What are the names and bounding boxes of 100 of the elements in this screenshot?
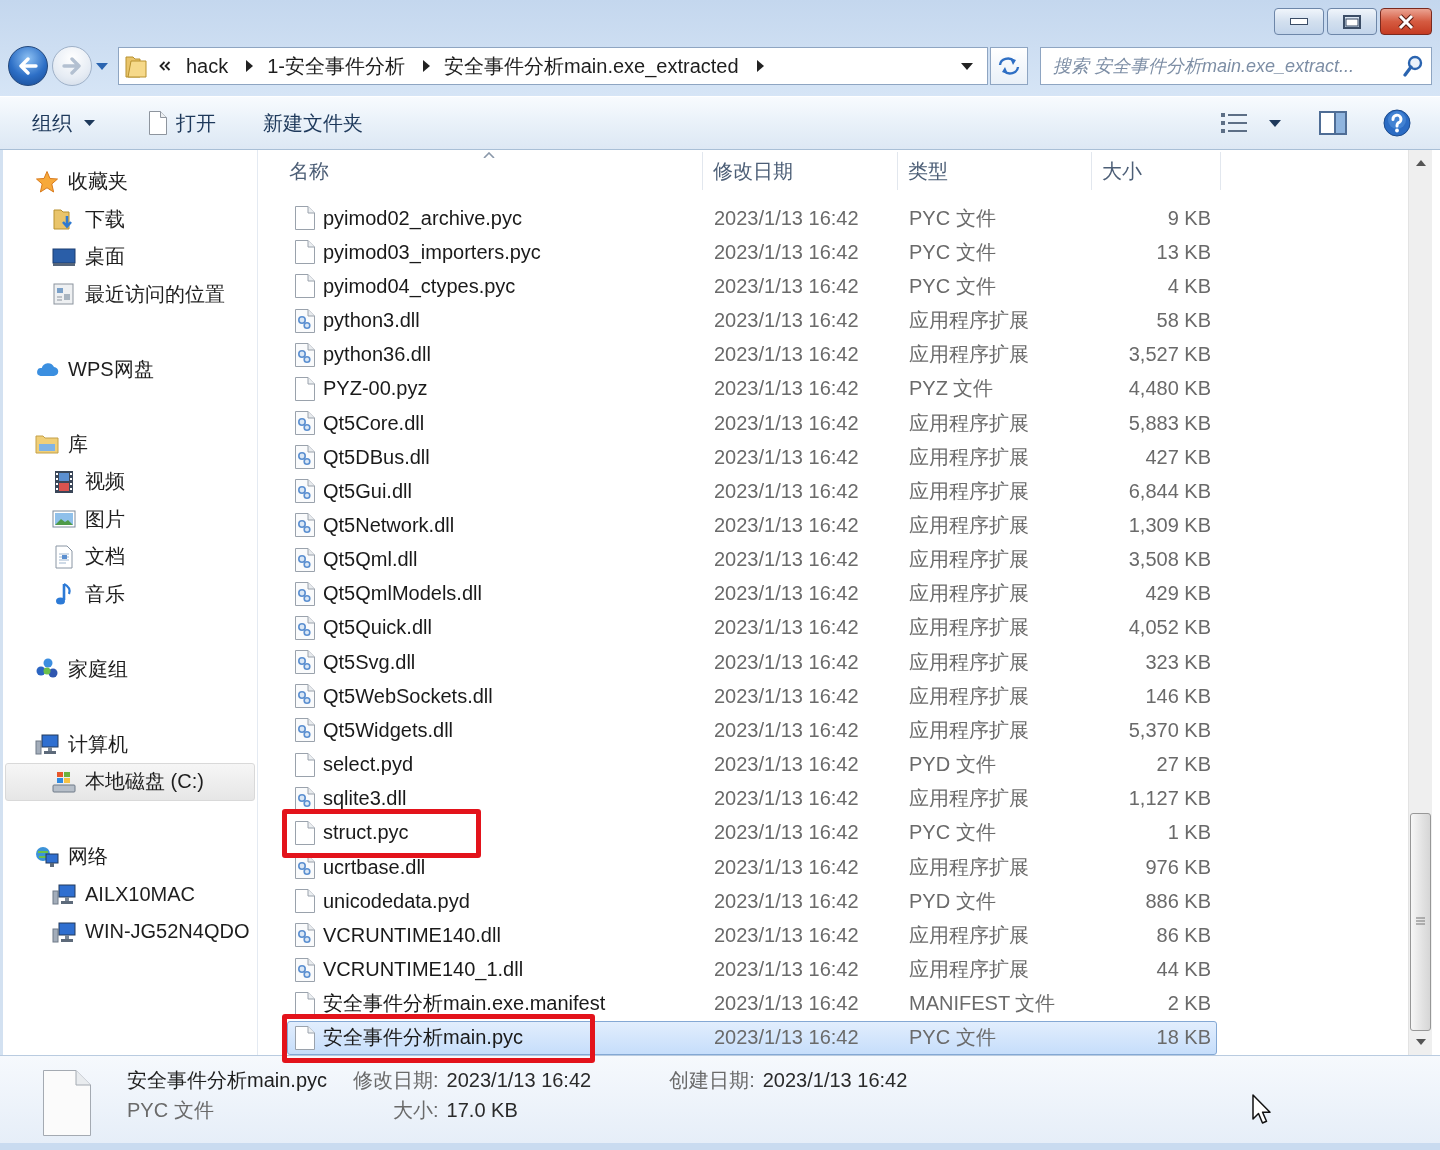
sidebar-item[interactable]: 本地磁盘 (C:) [5,763,255,801]
breadcrumb[interactable]: 安全事件分析main.exe_extracted [444,52,739,80]
file-row[interactable]: Qt5WebSockets.dll 2023/1/13 16:42 应用程序扩展 146 KB [287,679,1217,714]
sidebar-item[interactable]: 音乐 [52,575,125,613]
refresh-button[interactable] [990,47,1028,85]
modified-date: 2023/1/13 16:42 [714,377,859,401]
network-icon [35,844,59,869]
sidebar-item[interactable]: WIN-JG52N4QDO [52,913,250,951]
sidebar-item[interactable]: 文档 [52,538,125,576]
file-name: python36.dll [323,343,431,367]
file-row[interactable]: 安全事件分析main.exe.manifest 2023/1/13 16:42 MANIFEST 文件 2 KB [287,986,1217,1021]
modified-date: 2023/1/13 16:42 [714,582,859,606]
pane-icon [1319,111,1347,135]
toolbar-button[interactable]: 打开 [138,103,226,143]
file-row[interactable]: Qt5DBus.dll 2023/1/13 16:42 应用程序扩展 427 KB [287,440,1217,475]
file-row[interactable]: Qt5Svg.dll 2023/1/13 16:42 应用程序扩展 323 KB [287,645,1217,680]
file-row[interactable]: unicodedata.pyd 2023/1/13 16:42 PYD 文件 886 KB [287,884,1217,919]
column-header[interactable]: 名称 [279,152,703,190]
list-view-icon [1221,112,1247,134]
modified-date: 2023/1/13 16:42 [714,309,859,333]
detail-label: 创建日期: [668,1067,755,1093]
file-type: 应用程序扩展 [909,410,1029,436]
sidebar-item[interactable]: 网络 [35,838,108,876]
modified-date: 2023/1/13 16:42 [714,821,859,845]
file-row[interactable]: ucrtbase.dll 2023/1/13 16:42 应用程序扩展 976 KB [287,849,1217,885]
scrollbar-track[interactable] [1408,150,1432,1055]
caret-down-icon [1415,1039,1426,1045]
sidebar-item[interactable]: 收藏夹 [35,163,128,201]
file-row[interactable]: python36.dll 2023/1/13 16:42 应用程序扩展 3,527 KB [287,337,1217,372]
file-size: 427 KB [1145,445,1211,469]
detail-value: 2023/1/13 16:42 [445,1068,592,1092]
file-type: PYD 文件 [909,888,996,914]
breadcrumb[interactable]: hack [186,54,229,78]
modified-date: 2023/1/13 16:42 [714,923,859,947]
document-gear-icon [294,956,316,983]
document-gear-icon [294,683,316,710]
close-button[interactable] [1380,8,1432,35]
file-type: 应用程序扩展 [909,478,1029,504]
file-name: 安全事件分析main.pyc [323,1025,524,1051]
address-bar[interactable]: hack 1-安全事件分析 安全事件分析main.exe_extracted [118,47,988,85]
file-row[interactable]: PYZ-00.pyz 2023/1/13 16:42 PYZ 文件 4,480 KB [287,371,1217,406]
sidebar-item[interactable]: 最近访问的位置 [52,275,225,313]
file-size: 5,883 KB [1128,411,1211,435]
file-row[interactable]: Qt5QmlModels.dll 2023/1/13 16:42 应用程序扩展 429 KB [287,576,1217,611]
file-name: 安全事件分析main.exe.manifest [323,991,606,1017]
file-row[interactable]: pyimod04_ctypes.pyc 2023/1/13 16:42 PYC 文件 4 KB [287,269,1217,304]
back-button[interactable] [8,46,48,86]
file-size: 3,527 KB [1128,343,1211,367]
file-type: 应用程序扩展 [909,957,1029,982]
file-row[interactable]: Qt5Qml.dll 2023/1/13 16:42 应用程序扩展 3,508 KB [287,542,1217,577]
document-gear-icon [294,444,316,471]
arrow-right-icon [62,57,82,75]
file-type: 应用程序扩展 [909,513,1029,538]
modified-date: 2023/1/13 16:42 [714,411,859,435]
file-row[interactable]: sqlite3.dll 2023/1/13 16:42 应用程序扩展 1,127 KB [287,781,1217,816]
file-row[interactable]: 安全事件分析main.pyc 2023/1/13 16:42 PYC 文件 18 KB [287,1020,1217,1055]
sidebar-item[interactable]: 桌面 [52,238,125,276]
file-size: 4,480 KB [1128,377,1211,401]
modified-date: 2023/1/13 16:42 [714,684,859,708]
search-field[interactable]: 搜索 安全事件分析main.exe_extract... [1040,47,1432,85]
sidebar-item[interactable]: WPS网盘 [35,350,154,388]
file-row[interactable]: Qt5Quick.dll 2023/1/13 16:42 应用程序扩展 4,052 KB [287,610,1217,646]
file-row[interactable]: Qt5Core.dll 2023/1/13 16:42 应用程序扩展 5,883 KB [287,405,1217,441]
chevron-right-icon [246,60,254,72]
file-size: 1,309 KB [1128,514,1211,537]
sidebar-item[interactable]: 家庭组 [35,650,128,688]
sidebar-item[interactable]: AILX10MAC [52,875,196,913]
column-header[interactable]: 大小 [1092,152,1221,190]
modified-date: 2023/1/13 16:42 [714,958,859,981]
sidebar-item[interactable]: 图片 [52,500,125,538]
file-row[interactable]: Qt5Widgets.dll 2023/1/13 16:42 应用程序扩展 5,370 KB [287,713,1217,748]
maximize-button[interactable] [1327,8,1377,35]
toolbar-button[interactable]: 新建文件夹 [253,103,373,143]
breadcrumb[interactable]: 1-安全事件分析 [267,52,406,80]
sidebar-item[interactable]: 下载 [52,200,125,238]
sidebar-item[interactable]: 库 [35,425,88,463]
column-header[interactable]: 修改日期 [703,152,898,190]
file-row[interactable]: select.pyd 2023/1/13 16:42 PYD 文件 27 KB [287,747,1217,782]
scrollbar-thumb[interactable] [1410,813,1431,1031]
maximize-icon [1343,14,1361,29]
file-row[interactable]: VCRUNTIME140_1.dll 2023/1/13 16:42 应用程序扩展 44 KB [287,952,1217,987]
file-row[interactable]: struct.pyc 2023/1/13 16:42 PYC 文件 1 KB [287,815,1217,850]
file-icon [294,751,316,778]
file-row[interactable]: python3.dll 2023/1/13 16:42 应用程序扩展 58 KB [287,303,1217,338]
file-row[interactable]: pyimod02_archive.pyc 2023/1/13 16:42 PYC 文件 9 KB [287,201,1217,236]
star-icon [35,169,59,194]
sidebar-item[interactable]: 计算机 [35,725,128,763]
toolbar-button[interactable]: 组织 [22,103,105,143]
modified-date: 2023/1/13 16:42 [714,1026,859,1050]
file-row[interactable]: Qt5Network.dll 2023/1/13 16:42 应用程序扩展 1,309 KB [287,508,1217,543]
modified-date: 2023/1/13 16:42 [714,548,859,572]
minimize-button[interactable] [1274,8,1324,35]
file-row[interactable]: Qt5Gui.dll 2023/1/13 16:42 应用程序扩展 6,844 KB [287,474,1217,509]
column-header[interactable]: 类型 [898,152,1092,190]
document-gear-icon [294,717,316,744]
file-row[interactable]: pyimod03_importers.pyc 2023/1/13 16:42 PYC 文件 13 KB [287,235,1217,270]
sidebar-item[interactable]: 视频 [52,463,125,501]
file-row[interactable]: VCRUNTIME140.dll 2023/1/13 16:42 应用程序扩展 86 KB [287,918,1217,953]
file-size: 5,370 KB [1128,718,1211,742]
file-name: unicodedata.pyd [323,889,470,913]
